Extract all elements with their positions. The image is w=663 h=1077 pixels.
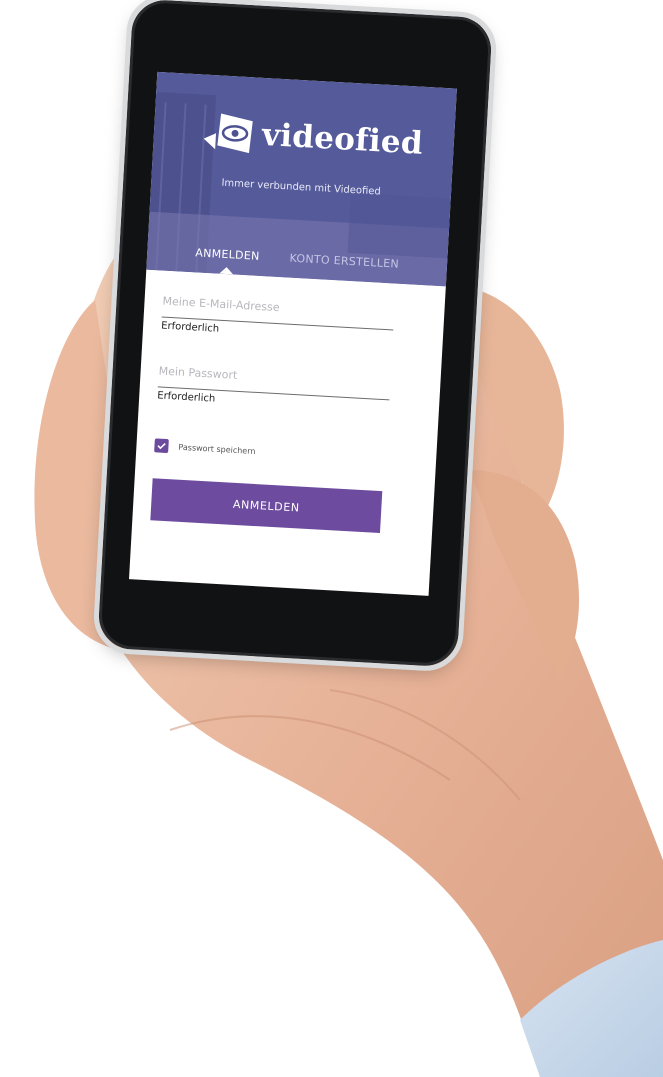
- email-field-group: Meine E-Mail-Adresse Erforderlich: [159, 287, 395, 370]
- remember-password-label: Passwort speichern: [178, 442, 256, 456]
- password-field-group: Mein Passwort Erforderlich: [156, 356, 392, 439]
- remember-password-checkbox[interactable]: [154, 438, 169, 454]
- checkmark-icon: [157, 442, 166, 450]
- tab-anmelden[interactable]: ANMELDEN: [188, 238, 266, 276]
- brand-name: videofied: [261, 116, 424, 162]
- app-screen: videofied Immer verbunden mit Videofied …: [129, 71, 457, 596]
- email-field[interactable]: Meine E-Mail-Adresse: [162, 287, 395, 321]
- remember-password-row[interactable]: Passwort speichern: [154, 438, 386, 465]
- login-form: Meine E-Mail-Adresse Erforderlich Mein P…: [150, 287, 395, 534]
- password-helper-text: Erforderlich: [156, 390, 216, 405]
- tab-konto-erstellen[interactable]: KONTO ERSTELLEN: [283, 243, 406, 284]
- app-header: videofied Immer verbunden mit Videofied …: [146, 71, 457, 287]
- eye-logo-icon: [203, 113, 253, 154]
- login-button[interactable]: ANMELDEN: [150, 478, 383, 534]
- email-helper-text: Erforderlich: [160, 320, 220, 335]
- smartphone: videofied Immer verbunden mit Videofied …: [91, 0, 499, 673]
